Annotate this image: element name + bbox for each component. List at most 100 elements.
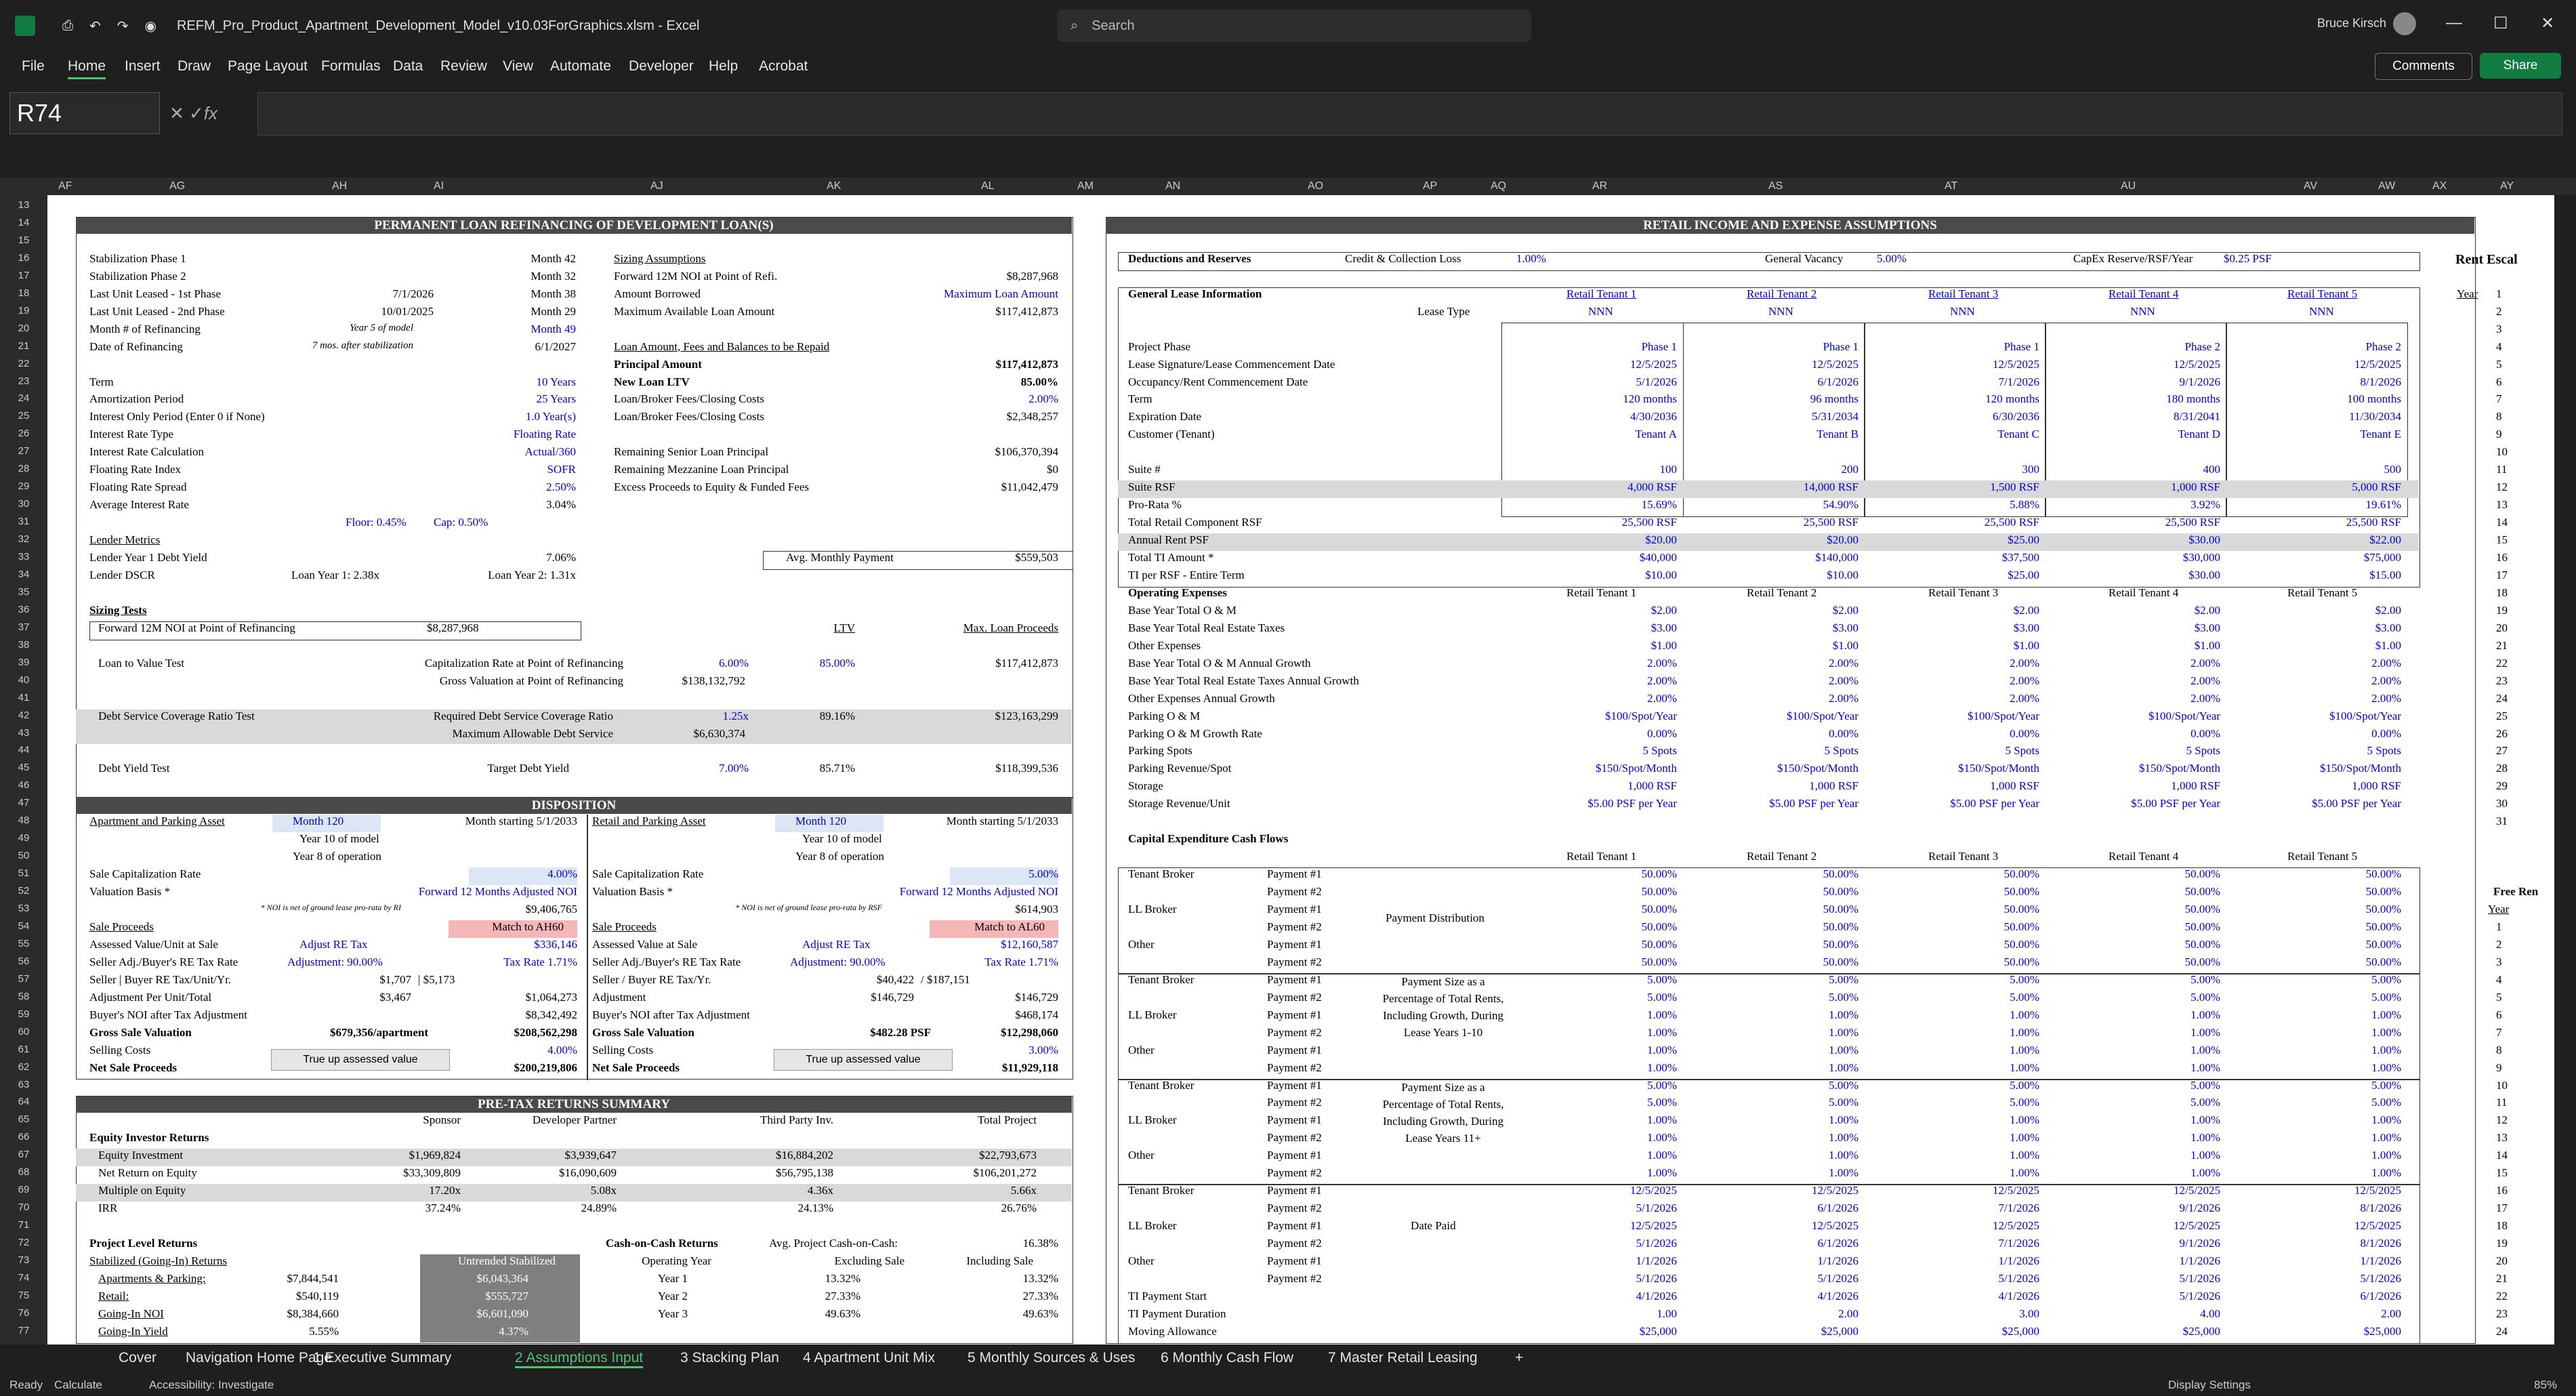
row-74[interactable]: 74 <box>0 1272 47 1284</box>
row-26[interactable]: 26 <box>0 428 47 439</box>
row-45[interactable]: 45 <box>0 762 47 773</box>
row-55[interactable]: 55 <box>0 938 47 949</box>
ribbon-tab-draw[interactable]: Draw <box>178 58 211 75</box>
sheet-tab-8[interactable]: 6 Monthly Cash Flow <box>1161 1350 1293 1366</box>
row-24[interactable]: 24 <box>0 392 47 404</box>
row-20[interactable]: 20 <box>0 323 47 334</box>
ribbon-tab-acrobat[interactable]: Acrobat <box>759 58 808 75</box>
column-AG[interactable]: AG <box>169 180 185 192</box>
column-AP[interactable]: AP <box>1423 180 1437 192</box>
row-52[interactable]: 52 <box>0 885 47 897</box>
row-13[interactable]: 13 <box>0 199 47 211</box>
sheet-tab-2[interactable]: Navigation Home Page <box>186 1350 332 1366</box>
search-box[interactable]: ⌕ Search <box>1057 9 1531 42</box>
row-77[interactable]: 77 <box>0 1325 47 1336</box>
row-56[interactable]: 56 <box>0 956 47 967</box>
row-23[interactable]: 23 <box>0 375 47 387</box>
row-36[interactable]: 36 <box>0 604 47 615</box>
ribbon-tab-review[interactable]: Review <box>440 58 487 75</box>
true-up-button[interactable]: True up assessed value <box>271 1048 450 1071</box>
row-18[interactable]: 18 <box>0 287 47 299</box>
column-AR[interactable]: AR <box>1592 180 1607 192</box>
accessibility-status[interactable]: Accessibility: Investigate <box>149 1378 274 1392</box>
calculate-button[interactable]: Calculate <box>54 1378 102 1392</box>
row-70[interactable]: 70 <box>0 1202 47 1213</box>
row-60[interactable]: 60 <box>0 1026 47 1038</box>
row-15[interactable]: 15 <box>0 234 47 246</box>
column-AX[interactable]: AX <box>2432 180 2447 192</box>
row-57[interactable]: 57 <box>0 973 47 985</box>
row-27[interactable]: 27 <box>0 445 47 457</box>
column-AJ[interactable]: AJ <box>650 180 663 192</box>
row-44[interactable]: 44 <box>0 744 47 756</box>
row-50[interactable]: 50 <box>0 850 47 861</box>
row-72[interactable]: 72 <box>0 1237 47 1248</box>
row-32[interactable]: 32 <box>0 533 47 545</box>
row-51[interactable]: 51 <box>0 867 47 879</box>
row-40[interactable]: 40 <box>0 674 47 686</box>
column-AH[interactable]: AH <box>332 180 347 192</box>
fx-icon[interactable]: ✕ ✓ fx <box>169 92 251 134</box>
redo-icon[interactable]: ↷ <box>117 18 129 35</box>
row-31[interactable]: 31 <box>0 516 47 527</box>
undo-icon[interactable]: ↶ <box>89 18 101 35</box>
row-47[interactable]: 47 <box>0 797 47 808</box>
worksheet-grid[interactable]: PERMANENT LOAN REFINANCING OF DEVELOPMEN… <box>0 195 2554 1344</box>
row-38[interactable]: 38 <box>0 639 47 651</box>
row-61[interactable]: 61 <box>0 1044 47 1055</box>
autosave-icon[interactable]: ⎙ <box>62 18 73 34</box>
zoom-level[interactable]: 85% <box>2534 1378 2557 1392</box>
row-30[interactable]: 30 <box>0 498 47 510</box>
sheet-tab-1[interactable]: Cover <box>119 1350 157 1366</box>
row-76[interactable]: 76 <box>0 1307 47 1319</box>
display-settings-button[interactable]: Display Settings <box>2168 1378 2251 1392</box>
row-42[interactable]: 42 <box>0 710 47 721</box>
row-28[interactable]: 28 <box>0 463 47 474</box>
row-58[interactable]: 58 <box>0 991 47 1002</box>
row-48[interactable]: 48 <box>0 815 47 826</box>
row-66[interactable]: 66 <box>0 1131 47 1143</box>
sheet-tab-7[interactable]: 5 Monthly Sources & Uses <box>968 1350 1135 1366</box>
row-39[interactable]: 39 <box>0 657 47 668</box>
row-34[interactable]: 34 <box>0 569 47 580</box>
share-button[interactable]: Share <box>2480 53 2561 79</box>
column-AY[interactable]: AY <box>2500 180 2514 192</box>
row-49[interactable]: 49 <box>0 832 47 844</box>
row-59[interactable]: 59 <box>0 1008 47 1020</box>
name-box[interactable]: R74 <box>9 92 160 134</box>
row-17[interactable]: 17 <box>0 270 47 281</box>
row-62[interactable]: 62 <box>0 1061 47 1073</box>
column-AT[interactable]: AT <box>1945 180 1957 192</box>
sheet-tab-3[interactable]: 1 Executive Summary <box>313 1350 451 1366</box>
column-AI[interactable]: AI <box>434 180 444 192</box>
column-AK[interactable]: AK <box>827 180 841 192</box>
row-53[interactable]: 53 <box>0 903 47 914</box>
row-25[interactable]: 25 <box>0 410 47 422</box>
row-16[interactable]: 16 <box>0 252 47 264</box>
true-up-button[interactable]: True up assessed value <box>774 1048 953 1071</box>
row-29[interactable]: 29 <box>0 480 47 492</box>
user-name[interactable]: Bruce Kirsch <box>2317 16 2386 30</box>
row-68[interactable]: 68 <box>0 1166 47 1178</box>
row-19[interactable]: 19 <box>0 305 47 316</box>
formula-input[interactable] <box>257 92 2562 136</box>
column-AV[interactable]: AV <box>2304 180 2317 192</box>
sheet-tab-6[interactable]: 4 Apartment Unit Mix <box>803 1350 935 1366</box>
ribbon-tab-view[interactable]: View <box>503 58 533 75</box>
sheet-tab-9[interactable]: 7 Master Retail Leasing <box>1328 1350 1478 1366</box>
row-69[interactable]: 69 <box>0 1184 47 1195</box>
column-AU[interactable]: AU <box>2121 180 2136 192</box>
column-AQ[interactable]: AQ <box>1491 180 1506 192</box>
ribbon-tab-data[interactable]: Data <box>393 58 423 75</box>
ribbon-tab-file[interactable]: File <box>22 58 45 75</box>
ribbon-tab-help[interactable]: Help <box>709 58 738 75</box>
comments-button[interactable]: Comments <box>2375 53 2472 80</box>
row-43[interactable]: 43 <box>0 727 47 739</box>
avatar[interactable] <box>2393 12 2416 35</box>
row-14[interactable]: 14 <box>0 217 47 228</box>
row-75[interactable]: 75 <box>0 1290 47 1301</box>
camera-icon[interactable]: ◉ <box>145 18 157 35</box>
column-AM[interactable]: AM <box>1077 180 1094 192</box>
column-AF[interactable]: AF <box>58 180 72 192</box>
sheet-tab-4[interactable]: 2 Assumptions Input <box>515 1350 644 1368</box>
